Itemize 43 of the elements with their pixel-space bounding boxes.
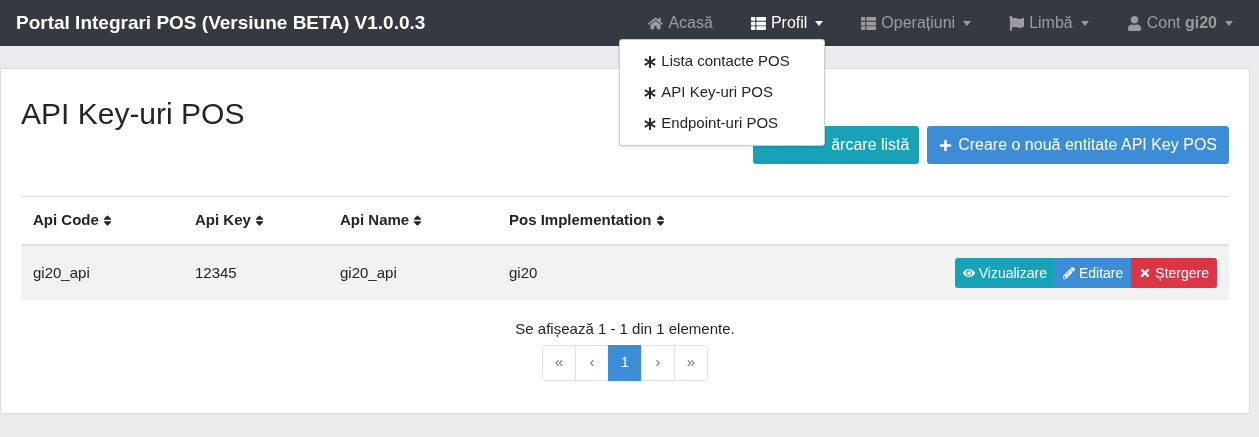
plus-icon [939, 138, 953, 152]
home-icon [648, 15, 664, 31]
pagination-summary: Se afișează 1 - 1 din 1 elemente. [515, 319, 735, 339]
list-icon [750, 15, 766, 31]
view-button[interactable]: Vizualizare [954, 258, 1055, 288]
eye-icon [962, 267, 975, 279]
nav-menu-item[interactable]: Acasă [632, 11, 729, 35]
edit-button[interactable]: Editare [1054, 258, 1132, 288]
user-icon [1126, 15, 1142, 31]
table-cell: gi20_api [340, 264, 397, 281]
page-link[interactable]: ‹ [575, 344, 609, 381]
dropdown-item[interactable]: API Key-uri POS [620, 77, 825, 108]
pencil-icon [1062, 267, 1075, 279]
list-icon [861, 15, 877, 31]
dropdown-item[interactable]: Lista contacte POS [620, 46, 825, 77]
page-link[interactable]: « [542, 344, 576, 381]
nav-menu-item[interactable]: Cont gi20 [1110, 11, 1249, 35]
asterisk-icon [644, 86, 657, 99]
sort-icon [654, 214, 666, 227]
brand-title[interactable]: Portal Integrari POS (Versiune BETA) V1.0.0.3 [16, 8, 426, 38]
asterisk-icon [644, 117, 657, 130]
delete-button[interactable]: Ștergere [1131, 258, 1217, 288]
table-cell: gi20 [509, 264, 538, 281]
nav-menu-item[interactable]: Limbă [993, 11, 1105, 35]
close-icon [1139, 267, 1152, 279]
column-header[interactable]: Api Name [340, 209, 410, 232]
flag-icon [1009, 15, 1025, 31]
page-link[interactable]: » [674, 344, 708, 381]
table-cell: gi20_api [33, 264, 90, 281]
table-cell: 12345 [195, 264, 237, 281]
column-header[interactable]: Pos Implementation [509, 209, 652, 232]
page-link[interactable]: › [641, 344, 675, 381]
nav-menu-item[interactable]: Operațiuni [845, 11, 988, 35]
sort-icon [253, 214, 265, 227]
column-header[interactable]: Api Code [33, 209, 99, 232]
sort-icon [101, 214, 113, 227]
create-button[interactable]: Creare o nouă entitate API Key POS [927, 126, 1229, 164]
column-header[interactable]: Api Key [195, 209, 251, 232]
page-title: API Key-uri POS [21, 96, 245, 132]
page-link[interactable]: 1 [608, 344, 642, 381]
asterisk-icon [644, 55, 657, 68]
nav-menu-item[interactable]: Profil [734, 11, 840, 35]
sort-icon [412, 214, 424, 227]
